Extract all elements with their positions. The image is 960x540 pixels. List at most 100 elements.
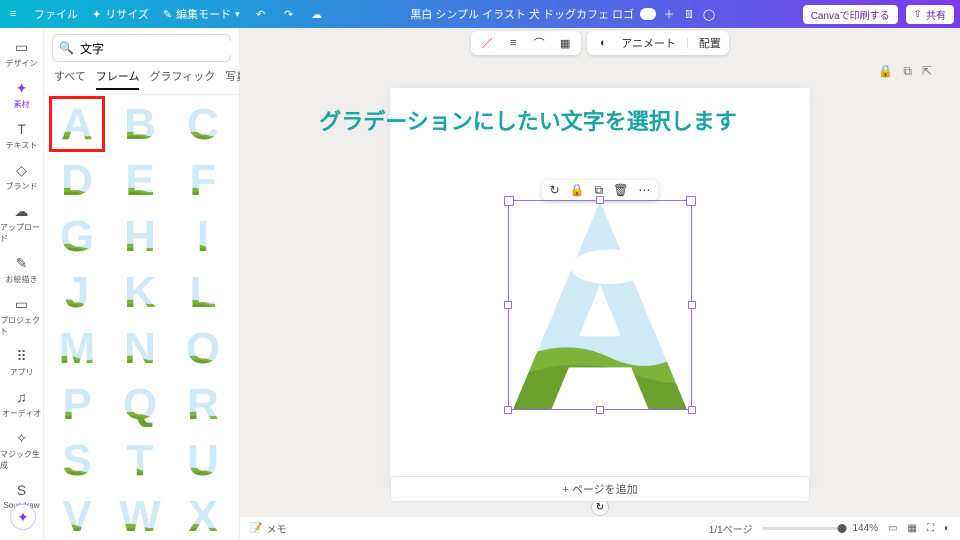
frame-letter-K[interactable]: K [117, 269, 163, 315]
frame-letter-T[interactable]: T [117, 437, 163, 483]
frame-letter-X[interactable]: X [180, 493, 226, 539]
rail-icon: T [13, 120, 31, 138]
rail-item-お絵描き[interactable]: ✎お絵描き [0, 250, 43, 289]
plus-icon[interactable]: ＋ [662, 7, 676, 21]
frame-letter-R[interactable]: R [180, 381, 226, 427]
top-bar: ≡ ファイル ✦ リサイズ ✎ 編集モード ↶ ↷ ☁ 黒白 シンプル イラスト… [0, 0, 960, 28]
line-style-icon[interactable]: ≡ [505, 35, 521, 51]
add-page-button[interactable]: + ページを追加 [390, 476, 810, 502]
analytics-icon[interactable]: ⫾⫾ [682, 7, 696, 21]
rail-item-デザイン[interactable]: ▭デザイン [0, 34, 43, 73]
notes-button[interactable]: 📝 メモ [250, 521, 286, 536]
frame-letter-M[interactable]: M [54, 325, 100, 371]
frame-grid: ABC DEF GHI JKL MNO PQR STU VWX [44, 95, 239, 540]
position-button[interactable]: 配置 [699, 35, 721, 51]
frame-letter-Q[interactable]: Q [117, 381, 163, 427]
zoom-value[interactable]: 144% [852, 523, 878, 534]
new-page-icon[interactable]: ⇱ [922, 64, 932, 79]
rail-icon: ⠿ [13, 347, 31, 365]
rail-label: プロジェクト [0, 315, 43, 337]
frame-letter-J[interactable]: J [54, 269, 100, 315]
more-icon[interactable]: ⋯ [638, 183, 650, 198]
zoom-slider[interactable] [762, 527, 842, 530]
frame-letter-P[interactable]: P [54, 381, 100, 427]
frame-letter-S[interactable]: S [54, 437, 100, 483]
bottom-bar: 📝 メモ 1/1ページ 144% ▭ ▦ ⛶ ◐ [240, 516, 960, 540]
frame-letter-L[interactable]: L [180, 269, 226, 315]
frame-letter-F[interactable]: F [180, 157, 226, 203]
animate-position-tools: ◐ アニメート | 配置 [587, 31, 729, 55]
resize-label: リサイズ [105, 6, 149, 22]
stroke-tools: ／ ≡ ⌒ ▦ [471, 31, 581, 55]
frame-letter-A[interactable]: A [54, 101, 100, 147]
rail-icon: ✧ [13, 429, 31, 447]
lock-icon[interactable]: 🔒 [570, 183, 585, 198]
tab-フレーム[interactable]: フレーム [96, 68, 140, 90]
undo-icon[interactable]: ↶ [254, 7, 268, 21]
frame-letter-W[interactable]: W [117, 493, 163, 539]
tab-すべて[interactable]: すべて [54, 68, 86, 90]
stroke-color-icon[interactable]: ／ [479, 35, 495, 51]
rail-icon: S [13, 481, 31, 499]
frame-letter-C[interactable]: C [180, 101, 226, 147]
frame-letter-I[interactable]: I [180, 213, 226, 259]
lock-icon[interactable]: 🔒 [878, 64, 893, 79]
edit-mode-label: 編集モード [176, 6, 231, 22]
fit-icon[interactable]: ▭ [888, 523, 897, 534]
help-icon[interactable]: ◐ [944, 523, 950, 534]
frame-letter-U[interactable]: U [180, 437, 226, 483]
comment-icon[interactable]: ◯ [702, 7, 716, 21]
edit-mode-button[interactable]: ✎ 編集モード [163, 6, 240, 22]
frame-letter-E[interactable]: E [117, 157, 163, 203]
frame-letter-G[interactable]: G [54, 213, 100, 259]
rail-item-素材[interactable]: ✦素材 [0, 75, 43, 114]
hamburger-icon[interactable]: ≡ [6, 7, 20, 21]
animate-icon[interactable]: ◐ [595, 35, 611, 51]
crown-icon[interactable] [640, 8, 656, 20]
selection-box[interactable] [508, 200, 692, 410]
letter-frame-A[interactable] [509, 201, 691, 409]
page-actions: 🔒 ⧉ ⇱ [878, 64, 932, 79]
left-rail: ▭デザイン✦素材Tテキスト◇ブランド☁アップロード✎お絵描き▭プロジェクト⠿アプ… [0, 28, 44, 540]
frame-letter-D[interactable]: D [54, 157, 100, 203]
rail-item-マジック生成[interactable]: ✧マジック生成 [0, 425, 43, 475]
frame-letter-V[interactable]: V [54, 493, 100, 539]
curve-icon[interactable]: ⌒ [531, 35, 547, 51]
rail-item-テキスト[interactable]: Tテキスト [0, 116, 43, 155]
redo-icon[interactable]: ↷ [282, 7, 296, 21]
search-input[interactable] [80, 41, 235, 55]
frame-letter-H[interactable]: H [117, 213, 163, 259]
transparency-icon[interactable]: ▦ [557, 35, 573, 51]
share-button[interactable]: ⇧ 共有 [906, 5, 954, 24]
rail-label: アップロード [0, 222, 43, 244]
rotate-icon[interactable]: ↻ [550, 183, 560, 198]
share-label: 共有 [926, 7, 946, 22]
document-title[interactable]: 黒白 シンプル イラスト 犬 ドッグカフェ ロゴ [410, 6, 634, 22]
magic-fab[interactable]: ✦ [10, 504, 36, 530]
panel-tabs: すべてフレームグラフィック写真動画 [44, 68, 239, 95]
animate-button[interactable]: アニメート [621, 35, 676, 51]
search-box[interactable]: 🔍 ⓧ ≋ [52, 34, 231, 62]
frame-letter-B[interactable]: B [117, 101, 163, 147]
canvas-area: ／ ≡ ⌒ ▦ ◐ アニメート | 配置 🔒 ⧉ ⇱ ↻ 🔒 ⧉ 🗑 ⋯ [240, 28, 960, 516]
rail-icon: ◇ [13, 161, 31, 179]
trash-icon[interactable]: 🗑 [613, 183, 628, 198]
rail-label: オーディオ [2, 408, 41, 419]
rail-item-アップロード[interactable]: ☁アップロード [0, 198, 43, 248]
tab-グラフィック[interactable]: グラフィック [149, 68, 215, 90]
rail-item-アプリ[interactable]: ⠿アプリ [0, 343, 43, 382]
fullscreen-icon[interactable]: ⛶ [927, 523, 934, 534]
rail-label: デザイン [6, 58, 38, 69]
frame-letter-N[interactable]: N [117, 325, 163, 371]
canva-print-button[interactable]: Canvaで印刷する [803, 5, 898, 24]
rail-item-ブランド[interactable]: ◇ブランド [0, 157, 43, 196]
frame-letter-O[interactable]: O [180, 325, 226, 371]
grid-view-icon[interactable]: ▦ [908, 523, 917, 534]
rail-item-オーディオ[interactable]: ♫オーディオ [0, 384, 43, 423]
duplicate-page-icon[interactable]: ⧉ [903, 64, 912, 79]
rail-item-プロジェクト[interactable]: ▭プロジェクト [0, 291, 43, 341]
page-indicator[interactable]: 1/1ページ [709, 521, 753, 536]
resize-button[interactable]: ✦ リサイズ [92, 6, 149, 22]
file-menu[interactable]: ファイル [34, 6, 78, 22]
page-canvas[interactable]: ↻ 🔒 ⧉ 🗑 ⋯ ↻ [390, 88, 810, 486]
